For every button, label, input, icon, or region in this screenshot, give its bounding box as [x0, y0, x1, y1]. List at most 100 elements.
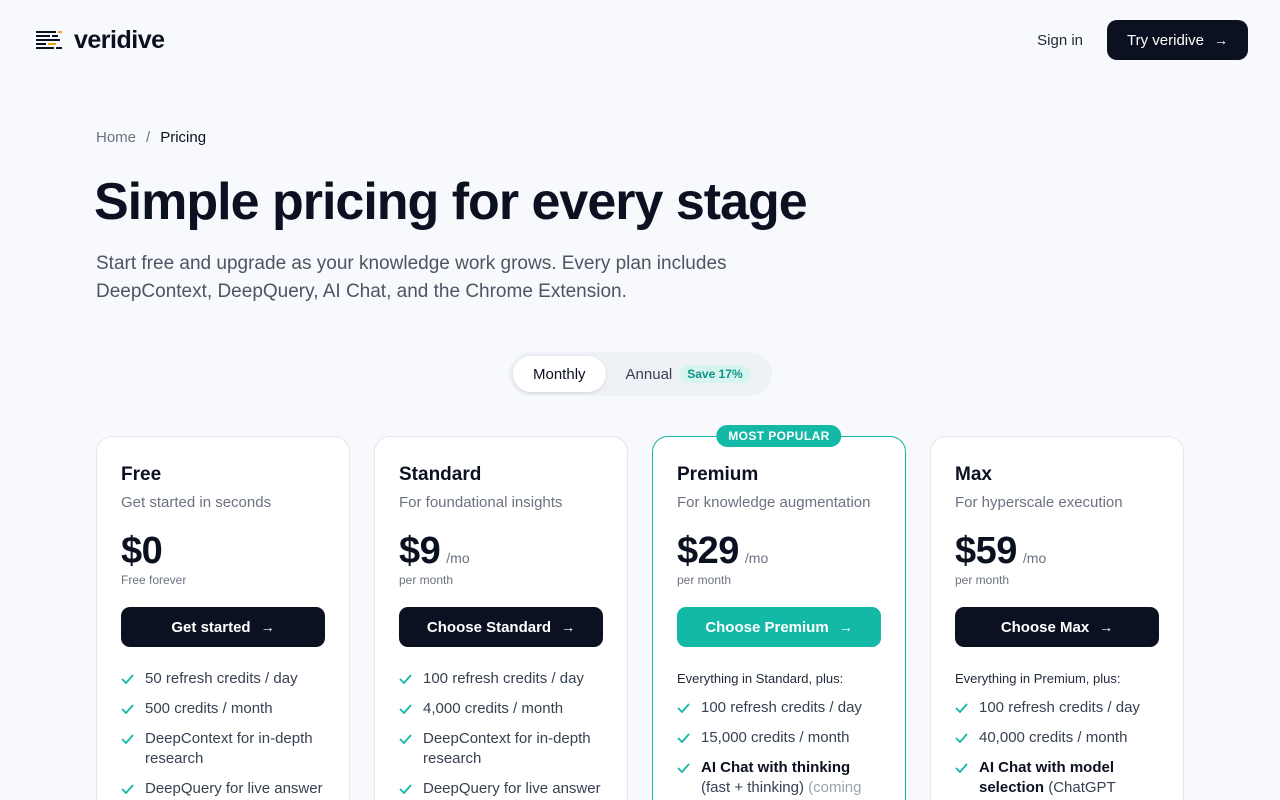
breadcrumb-current: Pricing: [160, 129, 207, 146]
plan-price: $9: [399, 530, 441, 572]
plan-tagline: For hyperscale execution: [955, 494, 1123, 511]
breadcrumb-separator: /: [146, 129, 151, 146]
feature-list: 100 refresh credits / day 4,000 credits …: [399, 669, 603, 799]
plan-tagline: For knowledge augmentation: [677, 494, 871, 511]
most-popular-badge: MOST POPULAR: [716, 425, 842, 447]
check-icon: [121, 669, 135, 689]
list-item: DeepQuery for live answer: [399, 779, 603, 799]
list-item: DeepContext for in-depth research: [399, 729, 603, 769]
includes-note: Everything in Standard, plus:: [677, 671, 844, 686]
page-subtitle: Start free and upgrade as your knowledge…: [96, 253, 727, 302]
price-note: per month: [955, 573, 1010, 587]
cta-label: Choose Premium: [705, 618, 829, 636]
plan-price: $0: [121, 530, 163, 572]
feature-list: 50 refresh credits / day 500 credits / m…: [121, 669, 325, 799]
choose-premium-button[interactable]: Choose Premium →: [677, 607, 881, 647]
billing-annual-option[interactable]: Annual Save 17%: [606, 356, 750, 392]
check-icon: [121, 779, 135, 799]
list-item: DeepContext for in-depth research: [121, 729, 325, 769]
check-icon: [399, 779, 413, 799]
list-item: 40,000 credits / month: [955, 728, 1159, 748]
feature-list: 100 refresh credits / day 40,000 credits…: [955, 698, 1159, 798]
check-icon: [955, 698, 969, 718]
pricing-cards: Free Get started in seconds $0 Free fore…: [96, 425, 1184, 800]
choose-max-button[interactable]: Choose Max →: [955, 607, 1159, 647]
feature-text: DeepQuery for live answer: [423, 780, 601, 797]
list-item: AI Chat with model selection (ChatGPT: [955, 758, 1159, 798]
check-icon: [399, 699, 413, 719]
feature-text: AI Chat with thinking (fast + thinking) …: [701, 758, 881, 800]
arrow-right-icon: →: [1099, 619, 1114, 635]
check-icon: [399, 729, 413, 749]
feature-text: DeepQuery for live answer: [145, 780, 323, 797]
price-row: $59 /mo: [955, 529, 1159, 573]
check-icon: [677, 758, 691, 778]
check-icon: [955, 728, 969, 748]
check-icon: [677, 728, 691, 748]
list-item: DeepQuery for live answer: [121, 779, 325, 799]
list-item: 100 refresh credits / day: [955, 698, 1159, 718]
price-period: /mo: [1022, 550, 1047, 566]
list-item: 50 refresh credits / day: [121, 669, 325, 689]
list-item: 4,000 credits / month: [399, 699, 603, 719]
try-veridive-label: Try veridive: [1127, 31, 1204, 49]
brand-name: veridive: [74, 25, 165, 54]
get-started-button[interactable]: Get started →: [121, 607, 325, 647]
check-icon: [121, 699, 135, 719]
price-row: $29 /mo: [677, 529, 881, 573]
price-note: per month: [399, 573, 454, 587]
price-note: per month: [677, 573, 732, 587]
feature-text: DeepContext for in-depth research: [423, 730, 591, 767]
check-icon: [677, 698, 691, 718]
logo-icon: [36, 31, 62, 49]
nav-actions: Sign in Try veridive →: [1037, 20, 1248, 60]
choose-standard-button[interactable]: Choose Standard →: [399, 607, 603, 647]
brand-logo[interactable]: veridive: [36, 26, 165, 55]
billing-annual-label: Annual: [625, 365, 673, 383]
plan-card-max: Max For hyperscale execution $59 /mo per…: [930, 436, 1184, 800]
cta-label: Get started: [171, 618, 251, 636]
plan-name: Free: [121, 464, 162, 485]
list-item: 100 refresh credits / day: [677, 698, 881, 718]
check-icon: [121, 729, 135, 749]
check-icon: [399, 669, 413, 689]
feature-text: 100 refresh credits / day: [701, 699, 862, 716]
billing-monthly-option[interactable]: Monthly: [513, 356, 606, 392]
includes-note: Everything in Premium, plus:: [955, 671, 1121, 686]
plan-name: Premium: [677, 464, 759, 485]
feature-text: 100 refresh credits / day: [423, 670, 584, 687]
save-badge: Save 17%: [680, 365, 750, 383]
try-veridive-button[interactable]: Try veridive →: [1107, 20, 1248, 60]
plan-card-standard: Standard For foundational insights $9 /m…: [374, 436, 628, 800]
cta-label: Choose Max: [1000, 618, 1090, 636]
plan-tagline: For foundational insights: [399, 494, 563, 511]
feature-text: 4,000 credits / month: [423, 700, 564, 717]
breadcrumb-home[interactable]: Home: [96, 129, 136, 146]
plan-price: $59: [955, 530, 1017, 572]
plan-card-premium: MOST POPULAR Premium For knowledge augme…: [652, 425, 906, 800]
feature-list: 100 refresh credits / day 15,000 credits…: [677, 698, 881, 800]
check-icon: [955, 758, 969, 778]
feature-detail: (ChatGPT: [1044, 779, 1116, 796]
sign-in-link[interactable]: Sign in: [1037, 32, 1083, 49]
arrow-right-icon: →: [1214, 32, 1228, 48]
arrow-right-icon: →: [561, 619, 576, 635]
list-item: 100 refresh credits / day: [399, 669, 603, 689]
feature-text: 40,000 credits / month: [979, 729, 1128, 746]
plan-card-free: Free Get started in seconds $0 Free fore…: [96, 436, 350, 800]
feature-text: 50 refresh credits / day: [145, 670, 298, 687]
top-nav: veridive Sign in Try veridive →: [0, 0, 1280, 80]
plan-tagline: Get started in seconds: [121, 494, 272, 511]
plan-name: Standard: [399, 464, 482, 485]
price-period: /mo: [446, 550, 470, 566]
list-item: 500 credits / month: [121, 699, 325, 719]
plan-price: $29: [677, 530, 739, 572]
feature-text: 500 credits / month: [145, 700, 273, 717]
list-item: AI Chat with thinking (fast + thinking) …: [677, 758, 881, 800]
price-row: $9 /mo: [399, 529, 603, 573]
feature-bold: AI Chat with thinking: [701, 759, 851, 776]
arrow-right-icon: →: [260, 619, 275, 635]
price-note: Free forever: [121, 573, 187, 587]
plan-name: Max: [955, 464, 992, 485]
page-title: Simple pricing for every stage: [94, 173, 808, 231]
